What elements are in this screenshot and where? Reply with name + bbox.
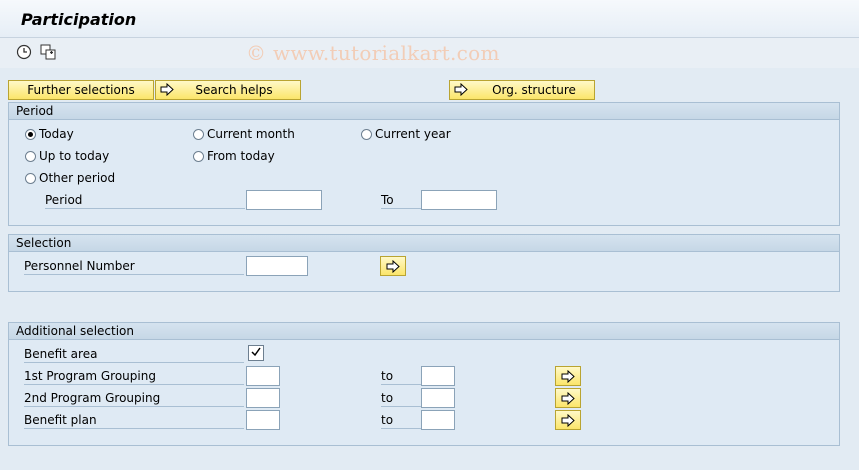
- program-grouping-1-label: 1st Program Grouping: [24, 367, 244, 385]
- page-title: Participation: [21, 10, 137, 29]
- radio-current-month-label: Current month: [207, 127, 295, 141]
- period-group: Period Today Current month Current year …: [8, 102, 840, 226]
- program-grouping-2-multiple-selection-button[interactable]: [555, 388, 581, 408]
- radio-today-label: Today: [39, 127, 74, 141]
- program-grouping-1-to-input[interactable]: [421, 366, 455, 386]
- further-selections-button[interactable]: Further selections: [8, 80, 154, 100]
- selection-group: Selection Personnel Number: [8, 234, 840, 292]
- checkmark-icon: [251, 347, 261, 357]
- radio-from-today[interactable]: [193, 151, 204, 162]
- benefit-plan-to-input[interactable]: [421, 410, 455, 430]
- benefit-plan-label: Benefit plan: [24, 411, 244, 429]
- arrow-right-icon: [561, 413, 575, 427]
- multiple-selection-icon[interactable]: [40, 44, 56, 60]
- program-grouping-1-multiple-selection-button[interactable]: [555, 366, 581, 386]
- period-to-input[interactable]: [421, 190, 497, 210]
- period-from-input[interactable]: [246, 190, 322, 210]
- further-selections-label: Further selections: [27, 83, 135, 97]
- org-structure-button[interactable]: Org. structure: [449, 80, 595, 100]
- personnel-number-input[interactable]: [246, 256, 308, 276]
- execute-clock-icon[interactable]: [16, 44, 32, 60]
- radio-current-year[interactable]: [361, 129, 372, 140]
- period-to-label: To: [381, 191, 421, 209]
- title-bar: Participation: [0, 0, 859, 38]
- radio-current-month[interactable]: [193, 129, 204, 140]
- program-grouping-2-to-input[interactable]: [421, 388, 455, 408]
- benefit-plan-from-input[interactable]: [246, 410, 280, 430]
- program-grouping-1-to-label: to: [381, 367, 421, 385]
- arrow-right-icon: [386, 259, 400, 273]
- benefit-plan-multiple-selection-button[interactable]: [555, 410, 581, 430]
- program-grouping-2-label: 2nd Program Grouping: [24, 389, 244, 407]
- arrow-right-icon: [561, 391, 575, 405]
- watermark-text: © www.tutorialkart.com: [246, 41, 500, 65]
- radio-current-year-label: Current year: [375, 127, 451, 141]
- period-label: Period: [45, 191, 245, 209]
- radio-other-period[interactable]: [25, 173, 36, 184]
- radio-today[interactable]: [25, 129, 36, 140]
- radio-other-period-label: Other period: [39, 171, 116, 185]
- arrow-right-icon: [561, 369, 575, 383]
- additional-selection-group: Additional selection Benefit area 1st Pr…: [8, 322, 840, 446]
- benefit-area-checkbox[interactable]: [248, 345, 264, 361]
- radio-selected-dot: [28, 132, 33, 137]
- arrow-right-icon: [160, 83, 174, 96]
- benefit-plan-to-label: to: [381, 411, 421, 429]
- personnel-number-multiple-selection-button[interactable]: [380, 256, 406, 276]
- benefit-area-label: Benefit area: [24, 345, 244, 363]
- program-grouping-2-from-input[interactable]: [246, 388, 280, 408]
- additional-selection-header: Additional selection: [9, 323, 839, 340]
- program-grouping-2-to-label: to: [381, 389, 421, 407]
- bottom-area: [0, 451, 859, 470]
- radio-from-today-label: From today: [207, 149, 275, 163]
- search-helps-label: Search helps: [195, 83, 273, 97]
- program-grouping-1-from-input[interactable]: [246, 366, 280, 386]
- radio-up-to-today-label: Up to today: [39, 149, 110, 163]
- period-header: Period: [9, 103, 839, 120]
- personnel-number-label: Personnel Number: [24, 257, 244, 275]
- radio-up-to-today[interactable]: [25, 151, 36, 162]
- arrow-right-icon: [454, 83, 468, 96]
- selection-header: Selection: [9, 235, 839, 252]
- search-helps-button[interactable]: Search helps: [155, 80, 301, 100]
- org-structure-label: Org. structure: [492, 83, 576, 97]
